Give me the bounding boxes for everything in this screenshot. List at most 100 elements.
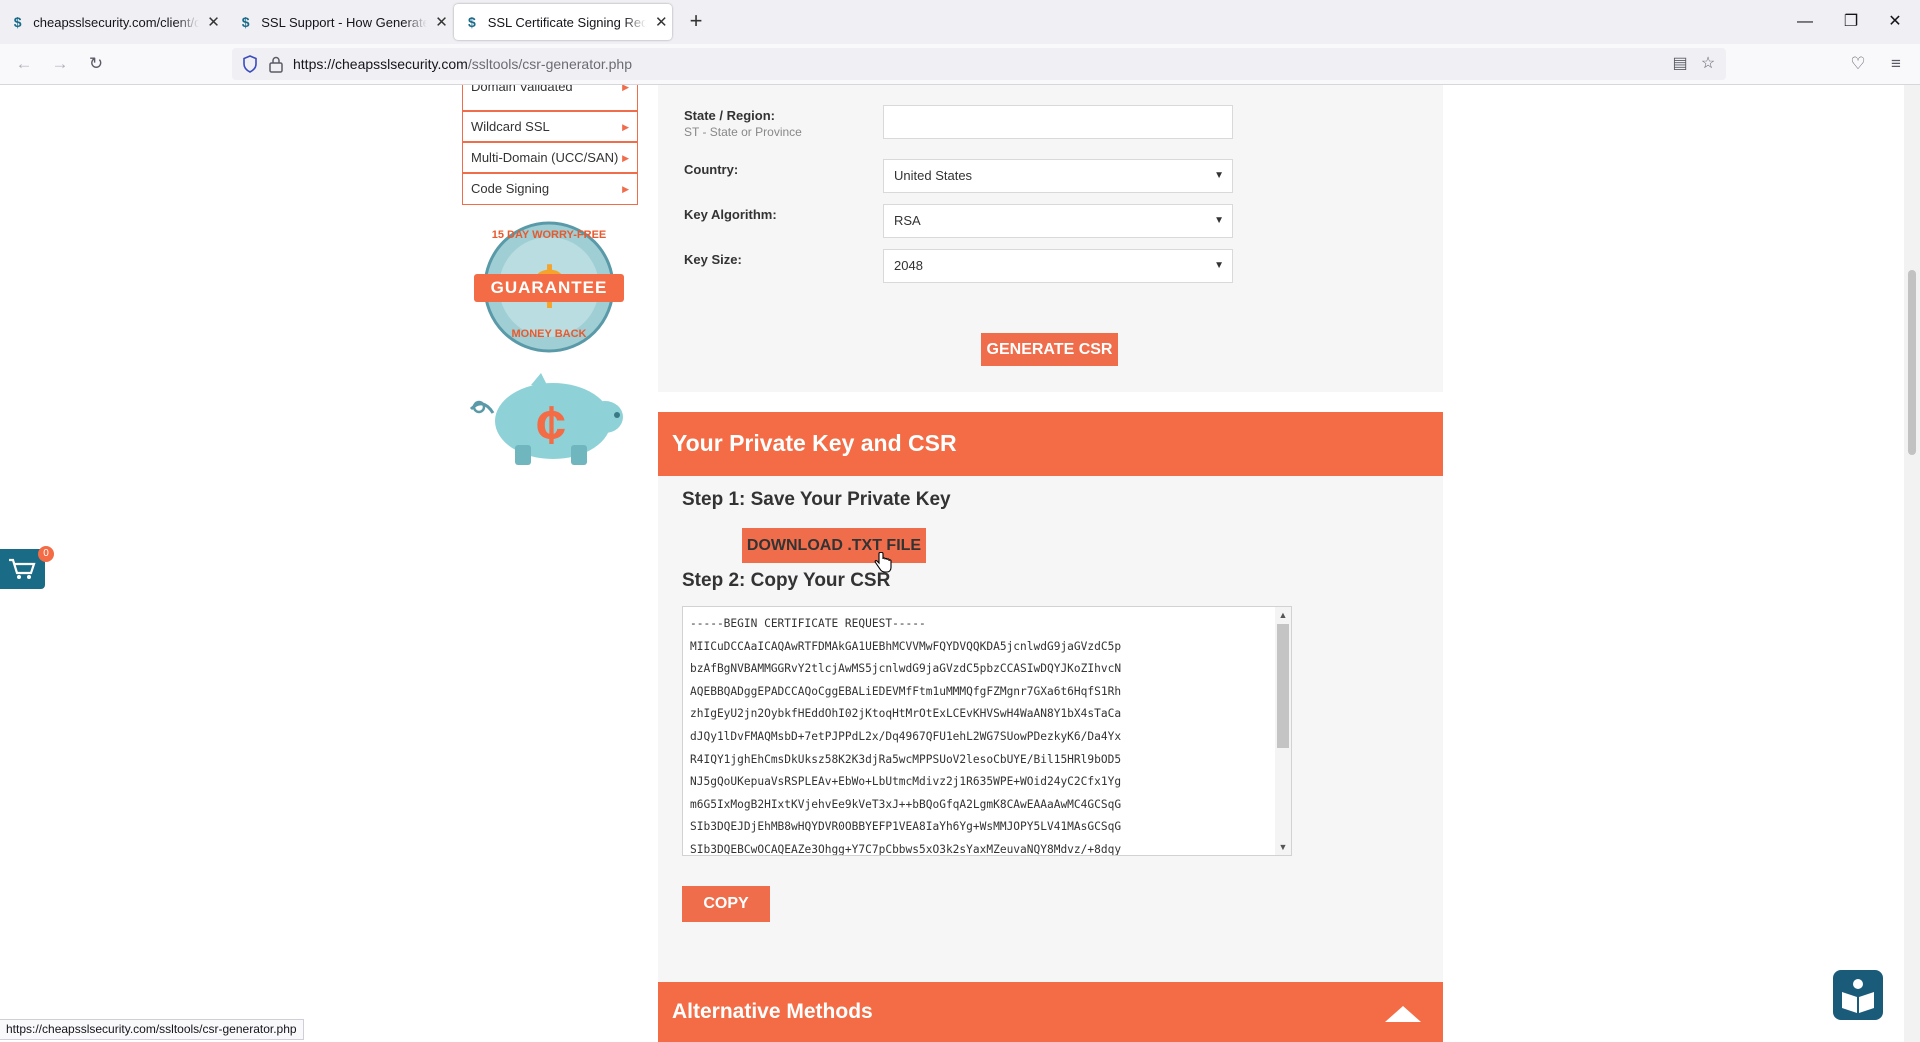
copy-button[interactable]: COPY xyxy=(682,886,770,922)
generate-csr-button[interactable]: GENERATE CSR xyxy=(981,333,1118,366)
key-algorithm-value: RSA xyxy=(894,213,921,228)
lock-icon[interactable] xyxy=(268,55,284,73)
download-txt-button[interactable]: DOWNLOAD .TXT FILE xyxy=(742,528,926,563)
tab-ssl-support[interactable]: $ SSL Support - How Generate CSR ✕ xyxy=(228,4,452,40)
csr-line: AQEBBQADggEPADCCAQoCggEBALiEDEVMfFtm1uMM… xyxy=(690,684,1122,698)
cart-count-badge: 0 xyxy=(38,546,54,562)
restore-icon[interactable]: ❐ xyxy=(1837,8,1865,36)
navigation-bar: ← → ↻ https://cheapsslsecurity.com/sslto… xyxy=(0,44,1920,85)
tab-bar: $ cheapsslsecurity.com/client/digi ✕ $ S… xyxy=(0,0,1920,44)
sidebar-item-label: Code Signing xyxy=(471,181,550,196)
reader-view-icon[interactable]: ▤ xyxy=(1670,54,1690,74)
caret-right-icon: ▶ xyxy=(622,122,629,132)
back-arrow-icon[interactable]: ← xyxy=(12,52,36,76)
alternative-methods-header[interactable]: Alternative Methods xyxy=(658,982,1443,1042)
csr-scrollbar[interactable]: ▲ ▼ xyxy=(1275,607,1291,855)
csr-line: SIb3DQEBCwOCAQEAZe3Ohgg+Y7C7pCbbws5xO3k2… xyxy=(690,842,1122,856)
sidebar-item-domain-validated[interactable]: Domain Validated ▶ xyxy=(462,85,638,111)
state-hint: ST - State or Province xyxy=(684,125,802,139)
badge-center-text: GUARANTEE xyxy=(490,278,608,297)
csr-line: m6G5IxMogB2HIxtKVjehvEe9kVeT3xJ++bBQoGfq… xyxy=(690,797,1122,811)
tracking-shield-icon[interactable] xyxy=(240,54,260,74)
step2-title: Step 2: Copy Your CSR xyxy=(682,570,891,591)
dollar-favicon-icon: $ xyxy=(13,14,22,30)
new-tab-button[interactable]: + xyxy=(684,9,708,33)
help-widget[interactable] xyxy=(1833,970,1883,1020)
country-select[interactable]: United States ▼ xyxy=(883,159,1233,193)
csr-line: bzAfBgNVBAMMGGRvY2tlcjAwMS5jcnlwdG9jaGVz… xyxy=(690,662,1122,676)
tab-cheapssl-client[interactable]: $ cheapsslsecurity.com/client/digi ✕ xyxy=(0,4,224,40)
page-content: Domain Validated ▶ Wildcard SSL ▶ Multi-… xyxy=(0,85,1904,1042)
tab-csr-generator[interactable]: $ SSL Certificate Signing Request ✕ xyxy=(454,4,672,40)
page-scrollbar[interactable] xyxy=(1904,85,1920,1042)
caret-right-icon: ▶ xyxy=(622,153,629,163)
key-algorithm-select[interactable]: RSA ▼ xyxy=(883,204,1233,238)
menu-hamburger-icon[interactable]: ≡ xyxy=(1884,52,1908,76)
piggy-bank-icon: ¢ xyxy=(469,373,623,465)
csr-line: zhIgEyU2jn2OybkfHEddOhI02jKtoqHtMrOtExLC… xyxy=(690,707,1122,721)
section-title: Your Private Key and CSR xyxy=(672,430,957,456)
close-tab-icon[interactable]: ✕ xyxy=(650,11,672,33)
state-input[interactable] xyxy=(883,105,1233,139)
step1-title: Step 1: Save Your Private Key xyxy=(682,489,951,510)
sidebar-item-label: Multi-Domain (UCC/SAN) xyxy=(471,150,619,165)
csr-line: NJ5gQoUKepuaVsRSPLEAv+EbWo+LbUtmcMdivz2j… xyxy=(690,775,1122,789)
url-bar[interactable]: https://cheapsslsecurity.com/ssltools/cs… xyxy=(232,48,1726,80)
csr-line: -----BEGIN CERTIFICATE REQUEST----- xyxy=(690,617,926,630)
caret-right-icon: ▶ xyxy=(622,184,629,194)
url-path: /ssltools/csr-generator.php xyxy=(467,56,633,72)
sidebar-item-code-signing[interactable]: Code Signing ▶ xyxy=(462,173,638,205)
collapse-arrow-icon[interactable] xyxy=(1385,1006,1421,1022)
sidebar-item-wildcard-ssl[interactable]: Wildcard SSL ▶ xyxy=(462,111,638,142)
private-key-csr-panel: Step 1: Save Your Private Key DOWNLOAD .… xyxy=(658,476,1443,1042)
csr-text: -----BEGIN CERTIFICATE REQUEST----- MIICu… xyxy=(690,613,1122,856)
csr-line: R4IQY1jghEhCmsDkUksz58K2K3djRa5wcMPPSUoV… xyxy=(690,752,1122,766)
badge-bottom-text: MONEY BACK xyxy=(511,328,587,340)
section-title: Alternative Methods xyxy=(672,1000,873,1023)
svg-text:¢: ¢ xyxy=(536,395,566,455)
pocket-icon[interactable]: ♡ xyxy=(1846,52,1870,76)
dollar-favicon-icon: $ xyxy=(241,14,250,30)
minimize-icon[interactable]: — xyxy=(1791,8,1819,36)
csr-line: dJQy1lDvFMAQMsbD+7etPJPPdL2x/Dq4967QFU1e… xyxy=(690,729,1122,743)
dropdown-caret-icon: ▼ xyxy=(1214,170,1224,181)
private-key-csr-header: Your Private Key and CSR xyxy=(658,412,1443,476)
csr-line: SIb3DQEJDjEhMB8wHQYDVR0OBBYEFP1VEA8IaYh6… xyxy=(690,820,1122,834)
country-label: Country: xyxy=(684,162,739,177)
csr-line: MIICuDCCAaICAQAwRTFDMAkGA1UEBhMCVVMwFQYD… xyxy=(690,639,1122,653)
page-scroll-thumb[interactable] xyxy=(1908,270,1916,455)
close-tab-icon[interactable]: ✕ xyxy=(203,11,224,33)
dropdown-caret-icon: ▼ xyxy=(1214,215,1224,226)
tab-title: SSL Support - How Generate CSR xyxy=(261,14,428,30)
sidebar-item-label: Wildcard SSL xyxy=(471,119,550,134)
key-size-label: Key Size: xyxy=(684,252,742,267)
help-book-icon xyxy=(1842,979,1874,1013)
caret-right-icon: ▶ xyxy=(622,85,629,92)
bookmark-star-icon[interactable]: ☆ xyxy=(1698,54,1718,74)
badge-top-text: 15 DAY WORRY-FREE xyxy=(491,229,607,241)
close-tab-icon[interactable]: ✕ xyxy=(431,11,452,33)
forward-arrow-icon[interactable]: → xyxy=(48,52,72,76)
status-bar-link: https://cheapsslsecurity.com/ssltools/cs… xyxy=(0,1019,304,1040)
csr-scroll-thumb[interactable] xyxy=(1277,624,1289,748)
tab-title: SSL Certificate Signing Request xyxy=(487,14,647,30)
sidebar-item-multi-domain[interactable]: Multi-Domain (UCC/SAN) ▶ xyxy=(462,142,638,173)
state-label: State / Region: xyxy=(684,108,776,123)
close-window-icon[interactable]: ✕ xyxy=(1881,8,1909,36)
money-back-guarantee-badge: ¢ 15 DAY WORRY-FREE GUARANTEE MONEY BACK xyxy=(470,221,628,353)
scroll-up-icon[interactable]: ▲ xyxy=(1275,607,1291,623)
key-algorithm-label: Key Algorithm: xyxy=(684,207,777,222)
dollar-favicon-icon: $ xyxy=(467,14,476,30)
shopping-cart-icon xyxy=(9,558,36,579)
tab-title: cheapsslsecurity.com/client/digi xyxy=(33,14,200,30)
country-value: United States xyxy=(894,168,973,183)
csr-form-panel: State / Region: ST - State or Province C… xyxy=(658,85,1443,392)
scroll-down-icon[interactable]: ▼ xyxy=(1275,839,1291,855)
url-text[interactable]: https://cheapsslsecurity.com/ssltools/cs… xyxy=(293,56,632,72)
dropdown-caret-icon: ▼ xyxy=(1214,260,1224,271)
url-host: https://cheapsslsecurity.com xyxy=(293,56,468,72)
key-size-select[interactable]: 2048 ▼ xyxy=(883,249,1233,283)
csr-textarea[interactable]: -----BEGIN CERTIFICATE REQUEST----- MIICu… xyxy=(682,606,1292,856)
sidebar-item-label: Domain Validated xyxy=(471,85,573,94)
reload-icon[interactable]: ↻ xyxy=(84,52,108,76)
